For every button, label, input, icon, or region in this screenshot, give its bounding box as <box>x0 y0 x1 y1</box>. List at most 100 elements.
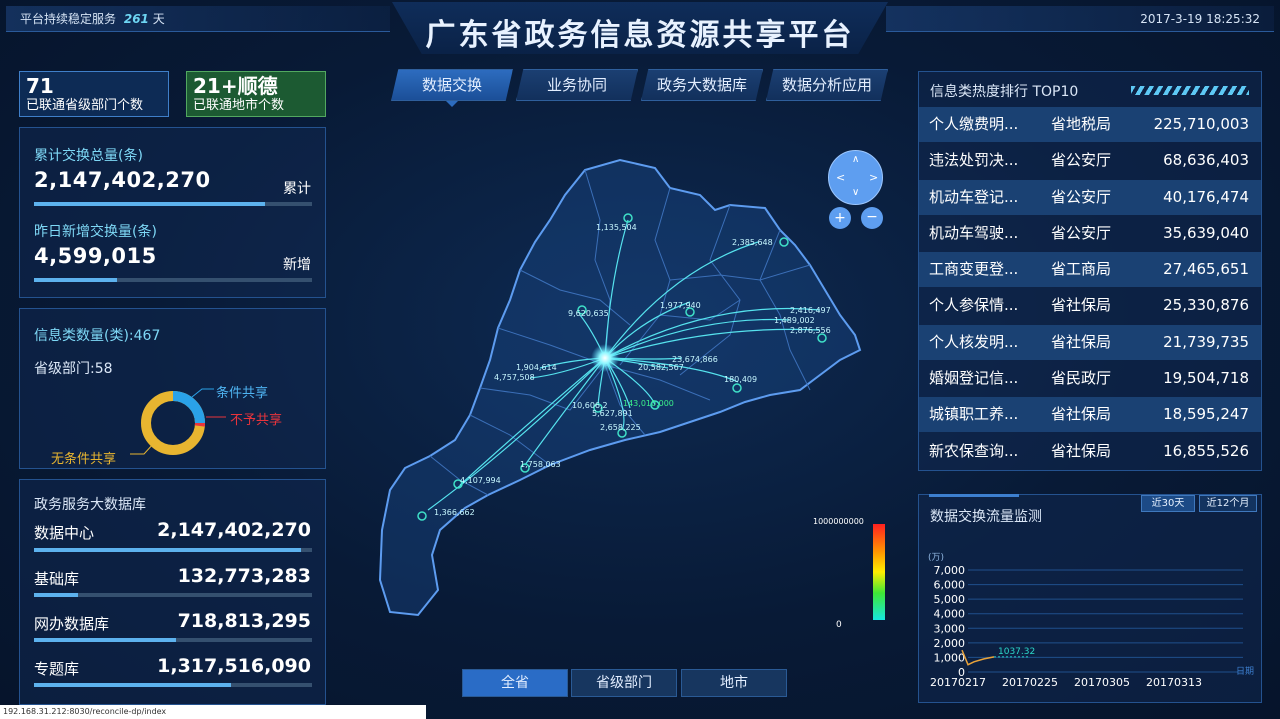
stat-provincial-depts: 71 已联通省级部门个数 <box>19 71 169 117</box>
y-tick-label: 7,000 <box>934 564 966 577</box>
bigdata-row-label: 数据中心 <box>34 524 95 542</box>
bigdata-row-bar-fill <box>34 683 232 687</box>
tab-data-exchange[interactable]: 数据交换 <box>391 69 513 101</box>
pan-left-icon[interactable]: < <box>836 171 845 184</box>
rank-name: 工商变更登... <box>929 260 1019 278</box>
ranking-row[interactable]: 机动车登记... 省公安厅 40,176,474 <box>919 180 1261 215</box>
y-tick-label: 4,000 <box>934 608 966 621</box>
map-label: 1,758,063 <box>520 460 561 469</box>
map-label: 2,876,556 <box>790 326 831 335</box>
rank-name: 个人缴费明... <box>929 115 1019 133</box>
tab-business-collab[interactable]: 业务协同 <box>516 69 638 101</box>
bigdata-panel: 政务服务大数据库 数据中心 2,147,402,270 基础库 132,773,… <box>19 479 326 705</box>
ranking-row[interactable]: 新农保查询... 省社保局 16,855,526 <box>919 434 1261 469</box>
map-label: 4,107,994 <box>460 476 501 485</box>
annotation-label: 1037.32 <box>998 647 1035 657</box>
share-donut-chart <box>130 388 226 455</box>
tab-data-analysis[interactable]: 数据分析应用 <box>766 69 888 101</box>
ranking-row[interactable]: 违法处罚决... 省公安厅 68,636,403 <box>919 143 1261 178</box>
x-axis-label: 日期 <box>1236 666 1254 677</box>
new-exchange-tag: 新增 <box>283 257 311 273</box>
map-label: 1,489,002 <box>774 316 815 325</box>
bigdata-row-bar <box>34 638 312 642</box>
bigdata-row-bar-fill <box>34 548 301 552</box>
rank-dept: 省公安厅 <box>1051 151 1112 169</box>
rank-dept: 省社保局 <box>1051 296 1112 314</box>
donut-conditional <box>172 391 205 424</box>
ranking-row[interactable]: 个人参保情... 省社保局 25,330,876 <box>919 288 1261 323</box>
bigdata-row-bar-fill <box>34 593 79 597</box>
ranking-row[interactable]: 婚姻登记信... 省民政厅 19,504,718 <box>919 361 1261 396</box>
ranking-row[interactable]: 个人缴费明... 省地税局 225,710,003 <box>919 107 1261 142</box>
tab-bigdata-db[interactable]: 政务大数据库 <box>641 69 763 101</box>
map-label: 1,135,504 <box>596 223 637 232</box>
y-tick-label: 1,000 <box>934 651 966 664</box>
new-exchange-bar <box>34 278 312 282</box>
map-label: 4,757,508 <box>494 373 535 382</box>
pan-down-icon[interactable]: ∨ <box>852 187 859 198</box>
zoom-out-button[interactable]: − <box>861 207 883 229</box>
total-exchange-bar <box>34 202 312 206</box>
bigdata-row-value: 1,317,516,090 <box>157 655 311 677</box>
bigdata-row-label: 网办数据库 <box>34 615 110 633</box>
scale-max-label: 1000000000 <box>813 517 864 526</box>
map-label: 1,904,614 <box>516 363 557 372</box>
tab-cities[interactable]: 地市 <box>681 669 787 697</box>
total-exchange-label: 累计交换总量(条) <box>34 148 143 164</box>
exchange-panel: 累计交换总量(条) 2,147,402,270 累计 昨日新增交换量(条) 4,… <box>19 127 326 298</box>
x-tick-label: 20170313 <box>1146 676 1202 689</box>
rank-name: 婚姻登记信... <box>929 369 1019 387</box>
ranking-row[interactable]: 城镇职工养... 省社保局 18,595,247 <box>919 397 1261 432</box>
y-tick-label: 5,000 <box>934 593 966 606</box>
status-url: 192.168.31.212:8030/reconcile-dp/index <box>0 705 426 719</box>
rank-name: 个人核发明... <box>929 333 1019 351</box>
pan-up-icon[interactable]: ∧ <box>852 154 859 165</box>
rank-name: 违法处罚决... <box>929 151 1019 169</box>
bigdata-row-value: 2,147,402,270 <box>157 519 311 541</box>
rank-dept: 省社保局 <box>1051 442 1112 460</box>
tab-whole-province[interactable]: 全省 <box>462 669 568 697</box>
pan-right-icon[interactable]: > <box>869 171 878 184</box>
rank-dept: 省社保局 <box>1051 405 1112 423</box>
scale-min-label: 0 <box>836 620 842 630</box>
map-label: 2,416,497 <box>790 306 831 315</box>
new-exchange-bar-fill <box>34 278 118 282</box>
ranking-header-stripes <box>1131 86 1249 95</box>
ranking-row[interactable]: 个人核发明... 省社保局 21,739,735 <box>919 325 1261 360</box>
map-pan-control[interactable]: ∧ ∨ < > <box>828 150 883 205</box>
tab-provincial-depts[interactable]: 省级部门 <box>571 669 677 697</box>
ranking-row[interactable]: 工商变更登... 省工商局 27,465,651 <box>919 252 1261 287</box>
traffic-line-chart[interactable]: (万)7,0006,0005,0004,0003,0002,0001,00002… <box>918 550 1262 690</box>
rank-value: 19,504,718 <box>1163 369 1249 387</box>
rank-value: 68,636,403 <box>1163 151 1249 169</box>
ranking-title: 信息类热度排行 TOP10 <box>930 84 1079 100</box>
new-exchange-value: 4,599,015 <box>34 244 157 268</box>
stat-value: 71 <box>26 74 54 98</box>
tab-active-indicator <box>446 101 458 107</box>
total-exchange-value: 2,147,402,270 <box>34 168 211 192</box>
zoom-in-button[interactable]: + <box>829 207 851 229</box>
bigdata-row-bar <box>34 593 312 597</box>
rank-dept: 省工商局 <box>1051 260 1112 278</box>
traffic-title: 数据交换流量监测 <box>930 509 1042 525</box>
y-tick-label: 2,000 <box>934 637 966 650</box>
map-label: 1,366,662 <box>434 508 475 517</box>
map-label: 2,658,225 <box>600 423 641 432</box>
x-tick-label: 20170225 <box>1002 676 1058 689</box>
uptime-unit: 天 <box>152 12 165 26</box>
rank-value: 225,710,003 <box>1153 115 1249 133</box>
rank-value: 21,739,735 <box>1163 333 1249 351</box>
stat-value: 21+顺德 <box>193 74 278 98</box>
traffic-title-underline <box>929 494 1019 497</box>
range-30-days-button[interactable]: 近30天 <box>1141 495 1195 512</box>
guangdong-map[interactable]: 1,135,504 2,385,648 9,620,635 1,977,940 … <box>370 150 890 630</box>
color-scale-bar[interactable] <box>873 524 885 620</box>
rank-dept: 省公安厅 <box>1051 188 1112 206</box>
uptime-days: 261 <box>123 12 149 26</box>
datetime: 2017-3-19 18:25:32 <box>1140 12 1260 26</box>
rank-name: 城镇职工养... <box>929 405 1019 423</box>
uptime-label: 平台持续稳定服务 <box>20 12 117 26</box>
rank-dept: 省公安厅 <box>1051 224 1112 242</box>
range-12-months-button[interactable]: 近12个月 <box>1199 495 1257 512</box>
ranking-row[interactable]: 机动车驾驶... 省公安厅 35,639,040 <box>919 216 1261 251</box>
